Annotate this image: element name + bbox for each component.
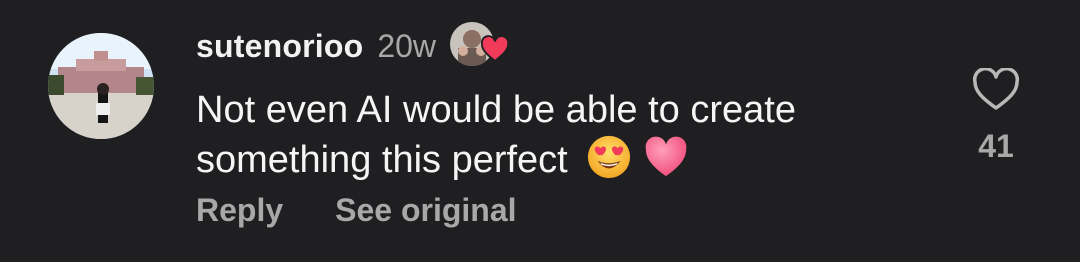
comment-header: sutenorioo 20w (196, 22, 510, 70)
avatar-photo (48, 33, 154, 139)
timestamp: 20w (377, 27, 437, 64)
heart-outline-icon[interactable] (971, 68, 1021, 112)
comment-actions: Reply See original (196, 192, 517, 229)
smiling-face-with-heart-eyes-icon (588, 135, 631, 179)
comment-body: Not even AI would be able to create some… (196, 89, 796, 181)
heart-icon (480, 35, 510, 63)
username[interactable]: sutenorioo (196, 28, 363, 65)
reply-button[interactable]: Reply (196, 192, 283, 229)
pink-heart-icon (645, 136, 687, 177)
see-original-button[interactable]: See original (335, 192, 516, 229)
creator-liked-badge (450, 22, 510, 70)
like-control: 41 (968, 68, 1024, 165)
avatar[interactable] (48, 33, 154, 139)
comment-text: Not even AI would be able to create some… (196, 86, 916, 184)
like-count: 41 (978, 128, 1014, 164)
